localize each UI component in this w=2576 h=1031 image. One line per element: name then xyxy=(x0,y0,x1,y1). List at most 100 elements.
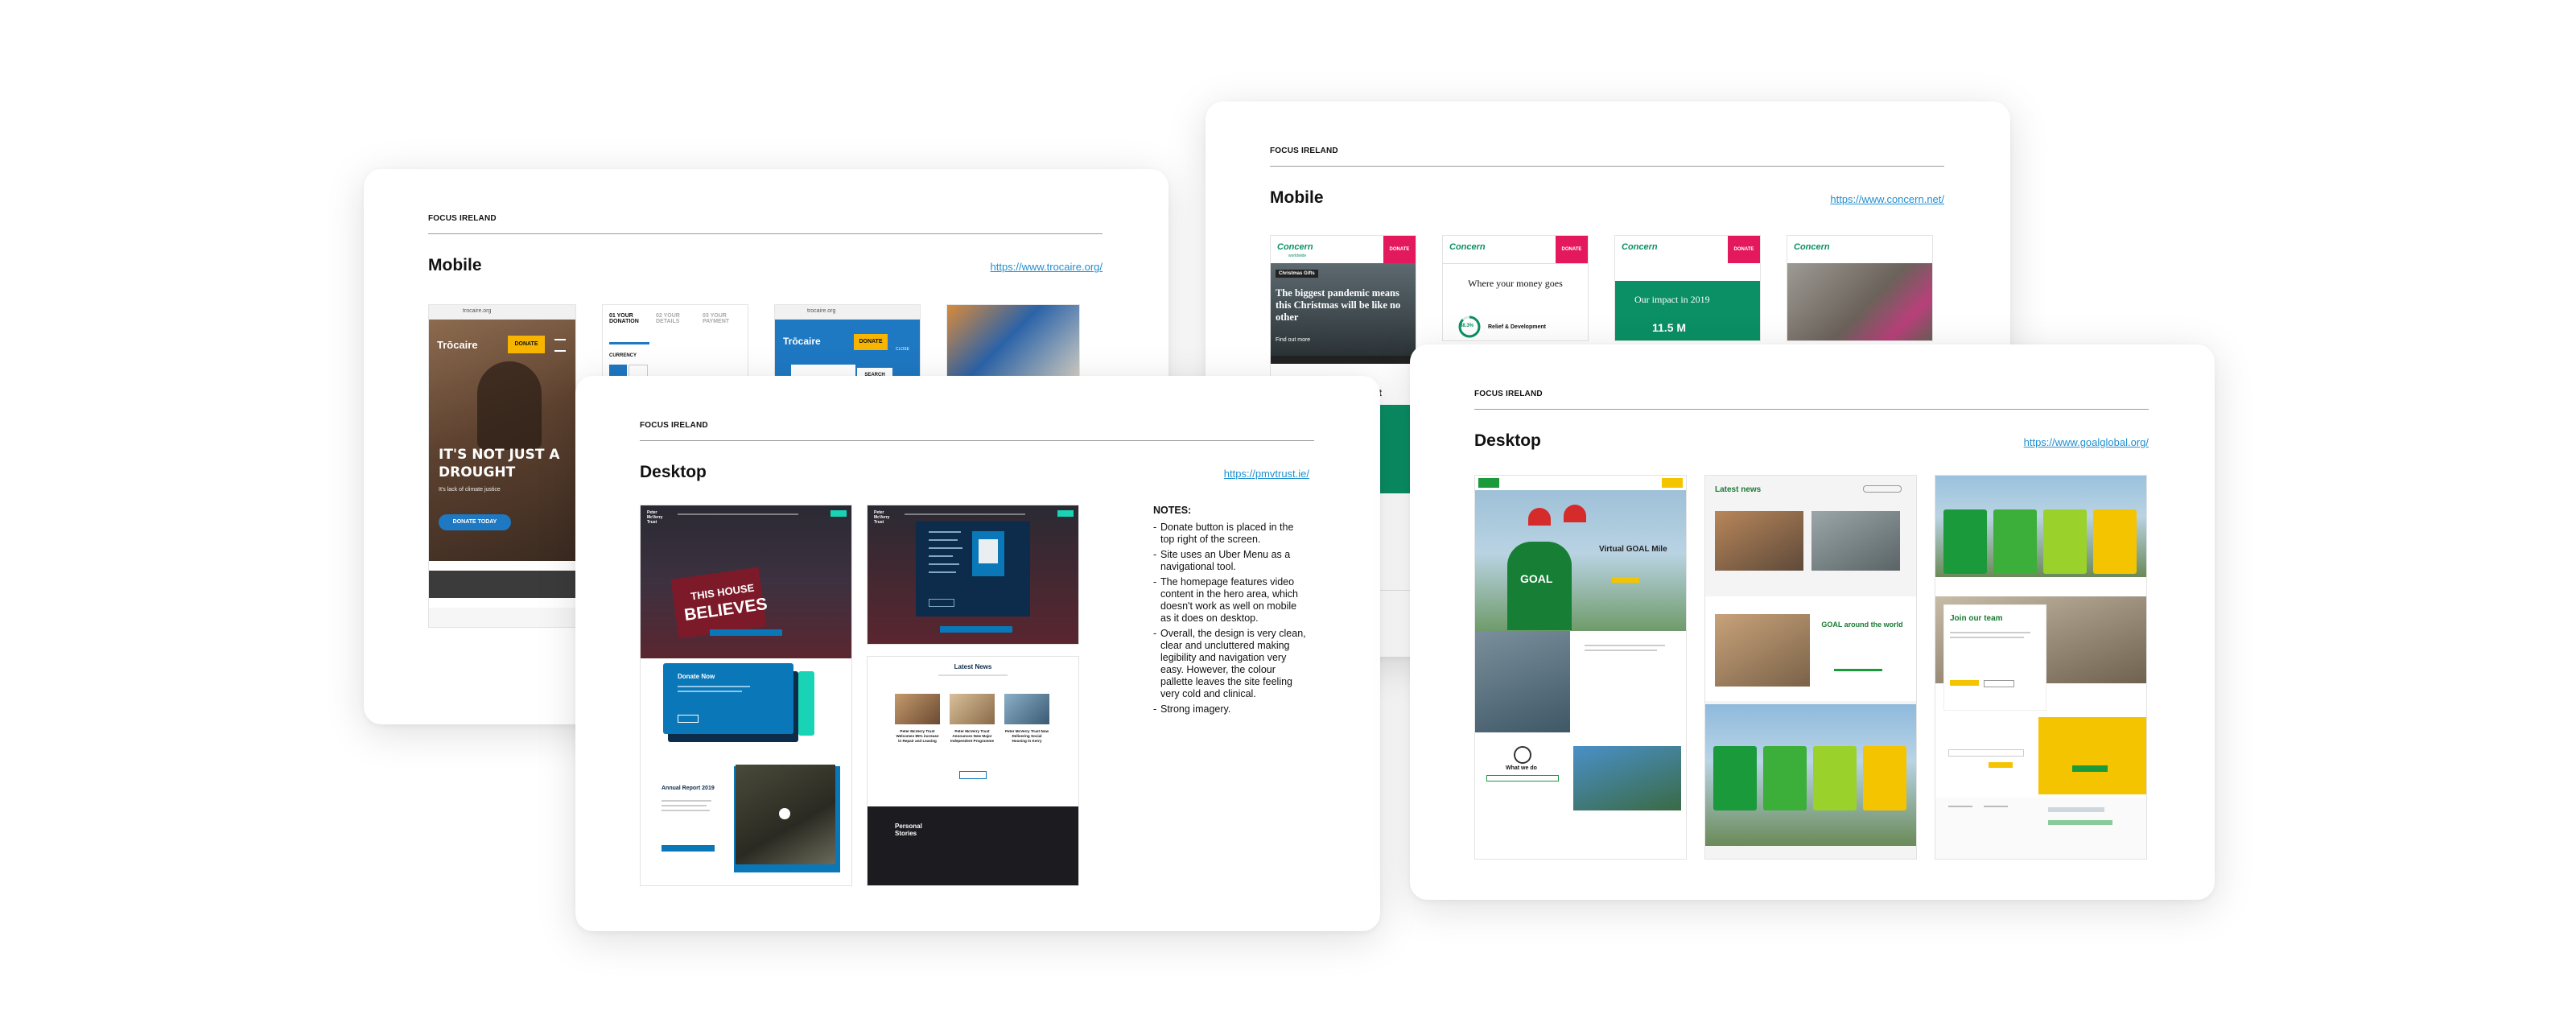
notes-list: Donate button is placed in the top right… xyxy=(1153,522,1306,716)
goal-logo xyxy=(1478,478,1499,488)
what-we-do-title: What we do xyxy=(1506,765,1537,771)
board-goal-desktop: FOCUS IRELAND Desktop https://www.goalgl… xyxy=(1410,344,2215,900)
screenshot-concern-money: Concern DONATE Where your money goes 88.… xyxy=(1442,235,1589,341)
support-button[interactable] xyxy=(2072,765,2108,772)
screenshot-pmv-home: Peter McVerry Trust THIS HOUSE BELIEVES … xyxy=(640,505,852,886)
board-heading: Mobile xyxy=(1270,188,1324,207)
concern-logo-sub: worldwide xyxy=(1288,254,1307,258)
screenshot-trocaire-home: trocaire.org Trōcaire DONATE IT'S NOT JU… xyxy=(428,304,576,628)
donate-button[interactable] xyxy=(831,510,847,517)
donate-button[interactable] xyxy=(1662,478,1683,488)
news-item-1[interactable]: Peter McVerry Trust Welcomes 85% increas… xyxy=(895,729,940,744)
board-divider xyxy=(428,233,1103,234)
concern-logo: Concern xyxy=(1449,242,1486,252)
screenshot-goal-home: GOAL Virtual GOAL Mile What we do xyxy=(1474,475,1687,860)
close-label[interactable]: CLOSE xyxy=(896,347,909,352)
board-eyebrow: FOCUS IRELAND xyxy=(428,214,497,223)
board-divider xyxy=(1270,166,1944,167)
hero-headline: The biggest pandemic means this Christma… xyxy=(1276,287,1401,323)
news-item-2[interactable]: Peter McVerry Trust Announces New Major … xyxy=(950,729,995,744)
impact-number: 11.5 M xyxy=(1652,321,1687,334)
board-site-link[interactable]: https://www.goalglobal.org/ xyxy=(2024,436,2149,448)
subscribe-button[interactable] xyxy=(1989,762,2013,768)
currency-label: CURRENCY xyxy=(609,353,637,358)
play-icon[interactable] xyxy=(779,808,790,819)
join-team-title: Join our team xyxy=(1950,614,2003,623)
donate-button[interactable]: DONATE xyxy=(854,334,888,350)
money-title: Where your money goes xyxy=(1468,278,1563,289)
board-divider xyxy=(640,440,1314,441)
goal-around-link[interactable] xyxy=(1834,669,1882,671)
board-pmv-desktop: FOCUS IRELAND Desktop https://pmvtrust.i… xyxy=(575,376,1380,931)
browser-url: trocaire.org xyxy=(807,308,836,314)
donate-button[interactable]: DONATE xyxy=(1383,236,1416,263)
board-heading: Desktop xyxy=(1474,431,1541,450)
latest-news-title: Latest news xyxy=(1715,485,1762,494)
note-item: Donate button is placed in the top right… xyxy=(1153,522,1306,546)
percentage-value: 88.3% xyxy=(1460,324,1474,328)
screenshot-goal-team: Join our team xyxy=(1935,475,2147,860)
annual-report-title: Annual Report 2019 xyxy=(662,786,715,791)
hero-title: Virtual GOAL Mile xyxy=(1599,545,1667,554)
browser-url: trocaire.org xyxy=(463,308,492,314)
hero-line-2: DROUGHT xyxy=(439,464,516,480)
join-team-button[interactable] xyxy=(1950,680,1979,686)
concern-logo: Concern xyxy=(1622,242,1658,252)
annual-report-button[interactable] xyxy=(662,845,715,852)
notes-title: NOTES: xyxy=(1153,505,1192,516)
screenshot-trocaire-photo xyxy=(946,304,1080,383)
step-3: 03 YOUR PAYMENT xyxy=(703,313,730,324)
relief-label: Relief & Development xyxy=(1488,324,1546,330)
impact-title: Our impact in 2019 xyxy=(1634,294,1710,305)
board-site-link[interactable]: https://www.trocaire.org/ xyxy=(991,261,1103,273)
latest-news-title: Latest News xyxy=(954,663,992,670)
personal-stories-title: Personal Stories xyxy=(895,823,922,837)
hero-subtitle: It's lack of climate justice xyxy=(439,487,501,493)
subscribe-input[interactable] xyxy=(1948,749,2024,757)
globe-icon xyxy=(1514,746,1531,764)
menu-icon[interactable] xyxy=(554,339,566,352)
shirt-text: GOAL xyxy=(1520,572,1553,585)
screenshot-pmv-news: Latest News Peter McVerry Trust Welcomes… xyxy=(867,656,1079,886)
news-view-all-button[interactable] xyxy=(1863,485,1902,493)
trocaire-logo: Trōcaire xyxy=(437,339,478,351)
concern-logo: Concern xyxy=(1794,242,1830,252)
notes-panel: NOTES: Donate button is placed in the to… xyxy=(1153,505,1306,719)
note-item: Site uses an Uber Menu as a navigational… xyxy=(1153,549,1306,573)
screenshot-trocaire-menu: trocaire.org Trōcaire DONATE CLOSE SEARC… xyxy=(774,304,921,383)
donate-button[interactable] xyxy=(1057,510,1074,517)
note-item: Strong imagery. xyxy=(1153,703,1306,716)
board-site-link[interactable]: https://www.concern.net/ xyxy=(1830,193,1944,205)
hero-line-1: IT'S NOT JUST A xyxy=(439,447,560,463)
screenshot-pmv-menu: Peter McVerry Trust xyxy=(867,505,1079,645)
note-item: The homepage features video content in t… xyxy=(1153,576,1306,625)
board-heading: Mobile xyxy=(428,256,482,274)
gifts-tag[interactable]: Christmas Gifts xyxy=(1276,270,1318,278)
concern-logo: Concern xyxy=(1277,242,1313,252)
find-out-more-link[interactable]: Find out more xyxy=(1276,337,1310,343)
note-item: Overall, the design is very clean, clear… xyxy=(1153,628,1306,700)
donate-today-button[interactable]: DONATE TODAY xyxy=(439,514,511,530)
pmv-logo: Peter McVerry Trust xyxy=(874,510,890,525)
screenshot-goal-news: Latest news GOAL around the world xyxy=(1704,475,1917,860)
donate-button[interactable]: DONATE xyxy=(508,336,545,353)
screenshot-trocaire-donate: 01 YOUR DONATION 02 YOUR DETAILS 03 YOUR… xyxy=(602,304,748,383)
board-eyebrow: FOCUS IRELAND xyxy=(1474,390,1543,398)
news-more-button[interactable] xyxy=(959,771,987,779)
board-eyebrow: FOCUS IRELAND xyxy=(1270,146,1338,155)
donate-now-button[interactable] xyxy=(678,715,699,723)
join-team-secondary-button[interactable] xyxy=(1984,680,2014,687)
donate-now-title: Donate Now xyxy=(678,673,715,680)
donate-button[interactable]: DONATE xyxy=(1728,236,1760,263)
board-site-link[interactable]: https://pmvtrust.ie/ xyxy=(1224,468,1309,480)
board-eyebrow: FOCUS IRELAND xyxy=(640,421,708,430)
donate-button[interactable]: DONATE xyxy=(1556,236,1588,263)
hero-cta[interactable] xyxy=(710,629,782,636)
news-item-3[interactable]: Peter McVerry Trust Now Delivering Socia… xyxy=(1004,729,1049,744)
board-heading: Desktop xyxy=(640,463,707,481)
board-divider xyxy=(1474,409,2149,410)
pmv-logo: Peter McVerry Trust xyxy=(647,510,663,525)
hero-cta[interactable] xyxy=(1612,577,1639,583)
screenshot-concern-photo: Concern xyxy=(1787,235,1933,341)
goal-around-title: GOAL around the world xyxy=(1821,621,1903,629)
